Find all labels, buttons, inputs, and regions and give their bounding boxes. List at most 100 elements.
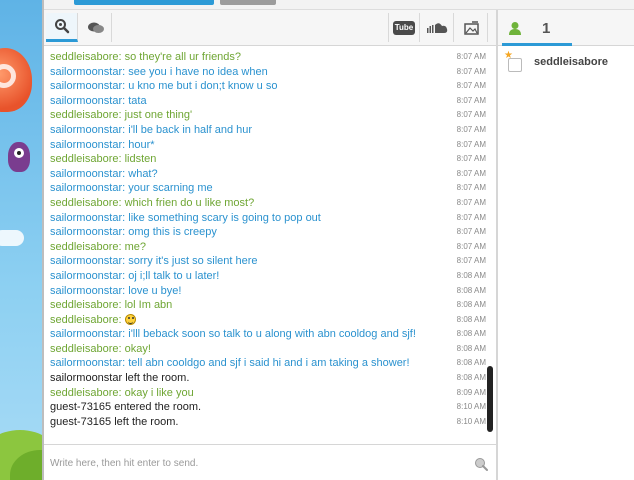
top-tab-strip	[44, 0, 634, 10]
chat-message: sailormoonstar: tell abn cooldgo and sjf…	[50, 356, 486, 371]
search-icon	[54, 19, 69, 34]
message-scrollbar[interactable]	[487, 50, 493, 440]
top-tab-active[interactable]	[74, 0, 214, 5]
message-timestamp: 8:07 AM	[456, 183, 486, 193]
message-timestamp: 8:07 AM	[456, 124, 486, 134]
user-icon	[509, 22, 521, 35]
message-text: seddleisabore:	[50, 313, 125, 326]
smiley-icon	[124, 313, 136, 325]
chat-pane: Tube seddleisabore: so they're all ur fr…	[44, 10, 496, 480]
chat-message: guest-73165 left the room. 8:10 AM	[50, 415, 486, 430]
chat-message: sailormoonstar: tata 8:07 AM	[50, 94, 486, 109]
chat-toolbar: Tube	[44, 10, 496, 46]
chat-message: seddleisabore: okay i like you 8:09 AM	[50, 386, 486, 401]
chat-message: sailormoonstar: u kno me but i don;t kno…	[50, 79, 486, 94]
balloon-decoration	[0, 48, 32, 112]
chat-message: sailormoonstar: sorry it's just so silen…	[50, 254, 486, 269]
users-tab[interactable]: 1	[502, 13, 572, 46]
message-text: sailormoonstar: see you i have no idea w…	[50, 65, 268, 78]
chat-message: sailormoonstar left the room. 8:08 AM	[50, 371, 486, 386]
message-timestamp: 8:08 AM	[456, 358, 486, 368]
background-scenery	[0, 0, 42, 480]
message-timestamp: 8:07 AM	[456, 66, 486, 76]
youtube-icon: Tube	[392, 20, 416, 35]
chat-message: seddleisabore: me? 8:07 AM	[50, 240, 486, 255]
message-timestamp: 8:07 AM	[456, 241, 486, 251]
message-text: sailormoonstar left the room.	[50, 372, 190, 385]
youtube-button[interactable]: Tube	[388, 13, 420, 42]
image-icon	[463, 20, 479, 35]
message-text: sailormoonstar: your scarning me	[50, 182, 213, 195]
top-tab-inactive[interactable]	[220, 0, 276, 5]
message-timestamp: 8:07 AM	[456, 227, 486, 237]
message-input-area	[44, 444, 496, 480]
message-text: sailormoonstar: what?	[50, 167, 158, 180]
chat-message: seddleisabore: 8:08 AM	[50, 313, 486, 328]
soundcloud-button[interactable]	[422, 13, 454, 42]
cloud-decoration	[0, 230, 24, 246]
chat-message: sailormoonstar: omg this is creepy 8:07 A…	[50, 225, 486, 240]
chat-message: seddleisabore: lol Im abn 8:08 AM	[50, 298, 486, 313]
users-pane: 1 ★ seddleisabore	[498, 10, 634, 480]
message-text: seddleisabore: so they're all ur friends…	[50, 51, 242, 63]
message-text: sailormoonstar: omg this is creepy	[50, 226, 217, 239]
message-text: sailormoonstar: like something scary is …	[50, 211, 321, 224]
message-timestamp: 8:07 AM	[456, 197, 486, 207]
message-text: sailormoonstar: hour*	[50, 138, 155, 151]
message-timestamp: 8:07 AM	[456, 52, 486, 61]
message-timestamp: 8:07 AM	[456, 81, 486, 91]
chat-message: sailormoonstar: hour* 8:07 AM	[50, 138, 486, 153]
user-list-item[interactable]: ★ seddleisabore	[504, 50, 608, 72]
message-text: sailormoonstar: tell abn cooldgo and sjf…	[50, 357, 410, 370]
users-toolbar: 1	[498, 10, 634, 46]
message-timestamp: 8:08 AM	[456, 270, 486, 280]
search-button[interactable]	[46, 13, 78, 42]
chat-message: sailormoonstar: i'll be back in half and…	[50, 123, 486, 138]
message-timestamp: 8:07 AM	[456, 139, 486, 149]
chat-window: Tube seddleisabore: so they're all ur fr…	[42, 0, 634, 480]
message-timestamp: 8:07 AM	[456, 212, 486, 222]
send-icon[interactable]	[474, 457, 488, 471]
message-timestamp: 8:08 AM	[456, 329, 486, 339]
message-text: sailormoonstar: sorry it's just so silen…	[50, 255, 258, 268]
chat-message: seddleisabore: lidsten 8:07 AM	[50, 152, 486, 167]
message-timestamp: 8:09 AM	[456, 387, 486, 397]
chat-message: sailormoonstar: love u bye! 8:08 AM	[50, 284, 486, 299]
message-timestamp: 8:08 AM	[456, 285, 486, 295]
message-text: guest-73165 entered the room.	[50, 401, 202, 414]
message-timestamp: 8:08 AM	[456, 300, 486, 310]
chat-bubbles-icon	[87, 22, 104, 33]
message-text: seddleisabore: okay!	[50, 342, 151, 355]
message-text: seddleisabore: lidsten	[50, 153, 157, 166]
message-timestamp: 8:08 AM	[456, 314, 486, 324]
chat-message: guest-73165 entered the room. 8:10 AM	[50, 400, 486, 415]
message-input[interactable]	[50, 453, 470, 473]
chat-message: seddleisabore: which frien do u like mos…	[50, 196, 486, 211]
chat-message: seddleisabore: just one thing' 8:07 AM	[50, 108, 486, 123]
soundcloud-icon	[426, 22, 447, 33]
chat-message: sailormoonstar: what? 8:07 AM	[50, 167, 486, 182]
scrollbar-thumb[interactable]	[487, 366, 493, 432]
message-timestamp: 8:07 AM	[456, 256, 486, 266]
chat-bubbles-button[interactable]	[80, 13, 112, 42]
message-timestamp: 8:07 AM	[456, 168, 486, 178]
message-text: seddleisabore: okay i like you	[50, 386, 194, 399]
message-list: seddleisabore: so they're all ur friends…	[44, 46, 496, 444]
message-timestamp: 8:07 AM	[456, 95, 486, 105]
message-timestamp: 8:08 AM	[456, 373, 486, 383]
message-timestamp: 8:08 AM	[456, 343, 486, 353]
image-button[interactable]	[456, 13, 488, 42]
chat-message: seddleisabore: so they're all ur friends…	[50, 50, 486, 65]
message-text: sailormoonstar: tata	[50, 94, 147, 107]
message-text: seddleisabore: me?	[50, 240, 147, 253]
chat-message: sailormoonstar: oj i;ll talk to u later!…	[50, 269, 486, 284]
message-timestamp: 8:10 AM	[456, 416, 486, 426]
user-count: 1	[542, 19, 551, 37]
message-timestamp: 8:10 AM	[456, 402, 486, 412]
message-text: seddleisabore: which frien do u like mos…	[50, 196, 255, 209]
user-name: seddleisabore	[534, 56, 608, 68]
star-icon: ★	[504, 50, 513, 61]
message-timestamp: 8:07 AM	[456, 110, 486, 120]
message-text: sailormoonstar: u kno me but i don;t kno…	[50, 80, 278, 93]
message-text: sailormoonstar: love u bye!	[50, 284, 182, 297]
